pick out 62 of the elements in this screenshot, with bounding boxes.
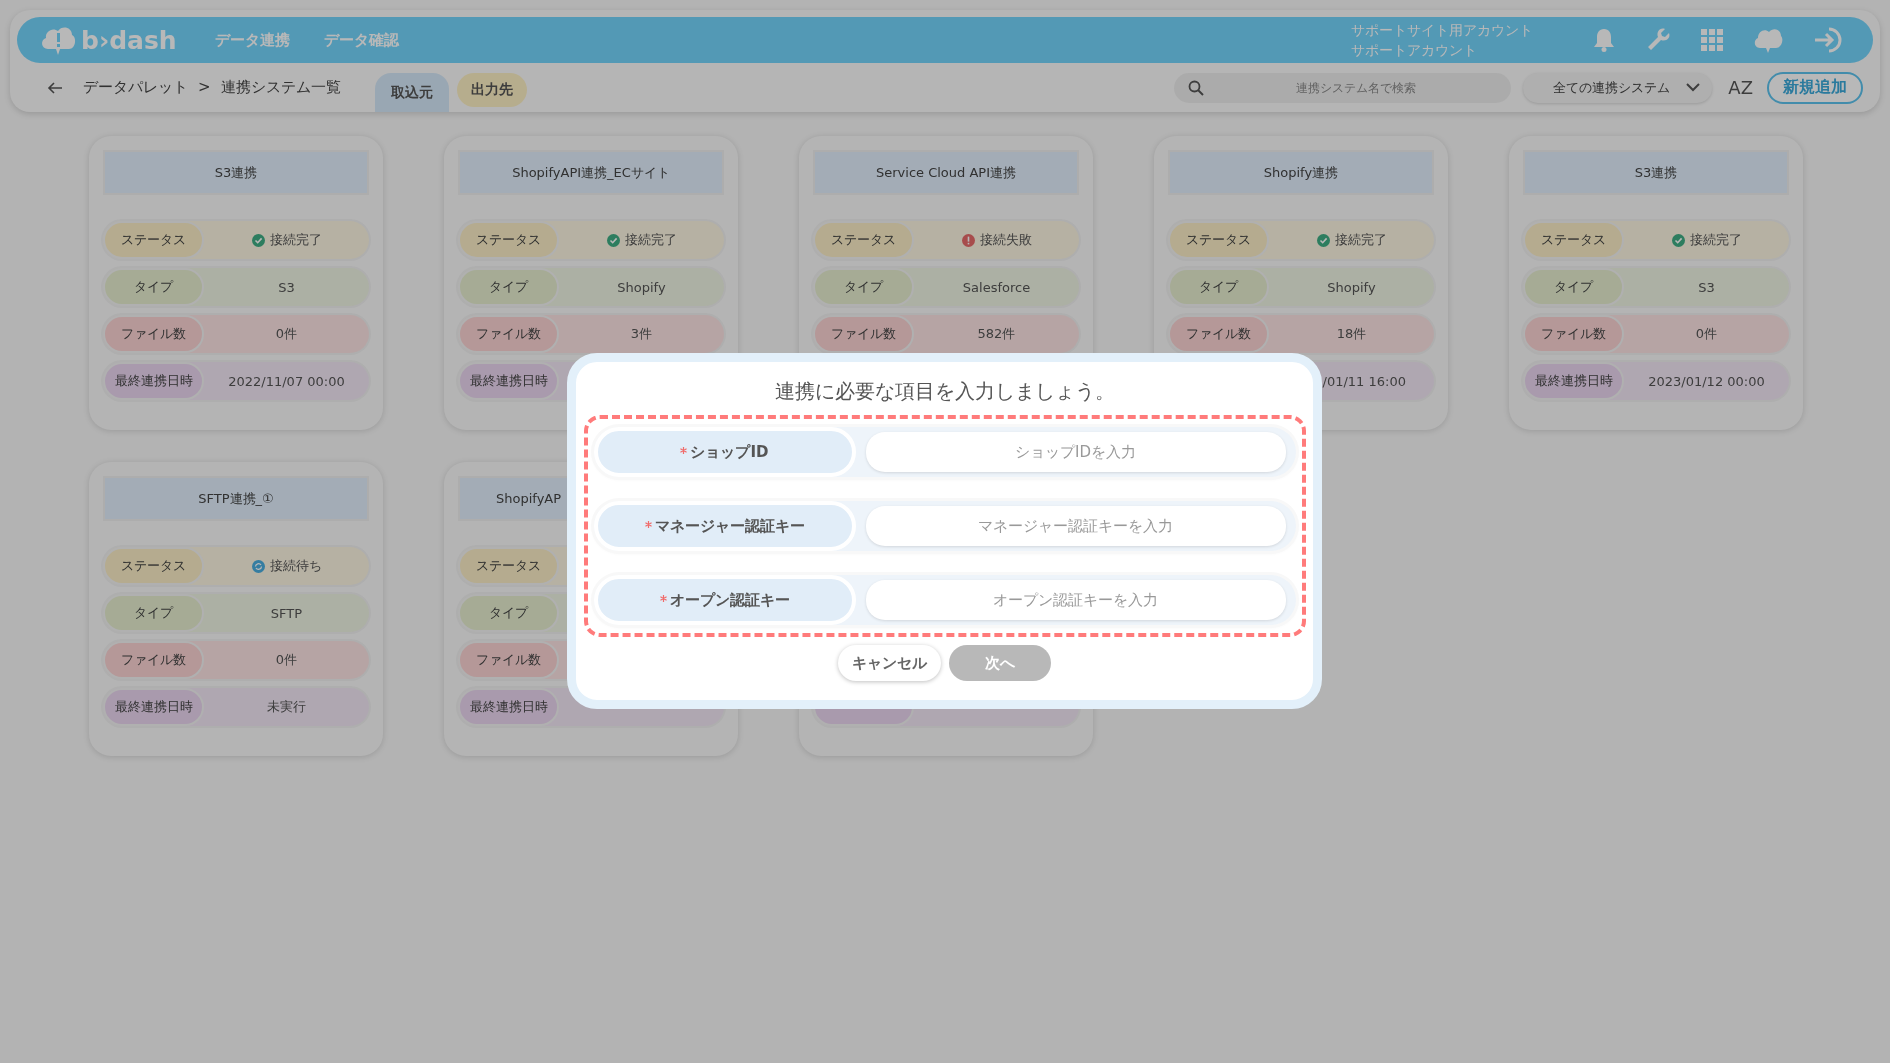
row-label: タイプ: [458, 594, 559, 632]
row-value: 未実行: [266, 698, 307, 716]
row-value: 0件: [274, 651, 299, 669]
breadcrumb-item: 連携システム一覧: [220, 78, 341, 97]
row-label: ファイル数: [1523, 315, 1624, 353]
row-label: ファイル数: [458, 641, 559, 679]
row-value: S3: [277, 279, 296, 295]
row-label: 最終連携日時: [103, 362, 204, 400]
row-value: Salesforce: [961, 279, 1032, 295]
row-value: 接続待ち: [204, 557, 369, 575]
row-label: 最終連携日時: [103, 688, 204, 726]
row-value: SFTP: [269, 605, 304, 621]
row-value: 接続完了: [204, 231, 369, 249]
card-title: SFTP連携_①: [103, 476, 369, 521]
row-label: タイプ: [458, 268, 559, 306]
row-value: 接続完了: [559, 231, 724, 249]
row-value: Shopify: [1326, 279, 1377, 295]
row-value: 2022/11/07 00:00: [227, 373, 346, 389]
row-value: /01/11 16:00: [1321, 373, 1407, 389]
row-label: 最終連携日時: [458, 688, 559, 726]
row-value: S3: [1697, 279, 1716, 295]
row-label: ステータス: [103, 547, 204, 585]
row-value: 582件: [976, 325, 1017, 343]
breadcrumb-item: データパレット: [83, 78, 188, 97]
row-value: 0件: [1694, 325, 1719, 343]
row-value: 2023/01/12 00:00: [1647, 373, 1766, 389]
row-label: タイプ: [103, 594, 204, 632]
row-value: 0件: [274, 325, 299, 343]
row-label: ファイル数: [103, 641, 204, 679]
card-title: Shopify連携: [1168, 150, 1434, 195]
account-role: サポートアカウント: [1351, 41, 1478, 60]
row-label: ステータス: [813, 221, 914, 259]
row-label: ステータス: [458, 547, 559, 585]
breadcrumb-item: >: [198, 78, 211, 97]
field-label: マネージャー認証キー: [593, 501, 856, 551]
field-label: ショップID: [593, 427, 856, 477]
row-value: 接続失敗: [914, 231, 1079, 249]
row-value: Shopify: [616, 279, 667, 295]
row-label: ステータス: [1523, 221, 1624, 259]
row-label: タイプ: [1168, 268, 1269, 306]
account-name: サポートサイト用アカウント: [1351, 21, 1533, 40]
row-label: ステータス: [458, 221, 559, 259]
row-label: タイプ: [103, 268, 204, 306]
row-label: タイプ: [813, 268, 914, 306]
row-label: タイプ: [1523, 268, 1624, 306]
row-label: 最終連携日時: [458, 362, 559, 400]
row-label: ステータス: [1168, 221, 1269, 259]
row-value: 3件: [629, 325, 654, 343]
row-label: ステータス: [103, 221, 204, 259]
card-title: Service Cloud API連携: [813, 150, 1079, 195]
row-value: 接続完了: [1269, 231, 1434, 249]
card-title: S3連携: [1523, 150, 1789, 195]
row-value: 接続完了: [1624, 231, 1789, 249]
card-title: S3連携: [103, 150, 369, 195]
row-label: ファイル数: [103, 315, 204, 353]
field-label: オープン認証キー: [593, 575, 856, 625]
row-label: ファイル数: [1168, 315, 1269, 353]
row-value: 18件: [1335, 325, 1368, 343]
row-label: ファイル数: [458, 315, 559, 353]
row-label: ファイル数: [813, 315, 914, 353]
card-title: ShopifyAPI連携_ECサイト: [458, 150, 724, 195]
row-label: 最終連携日時: [1523, 362, 1624, 400]
